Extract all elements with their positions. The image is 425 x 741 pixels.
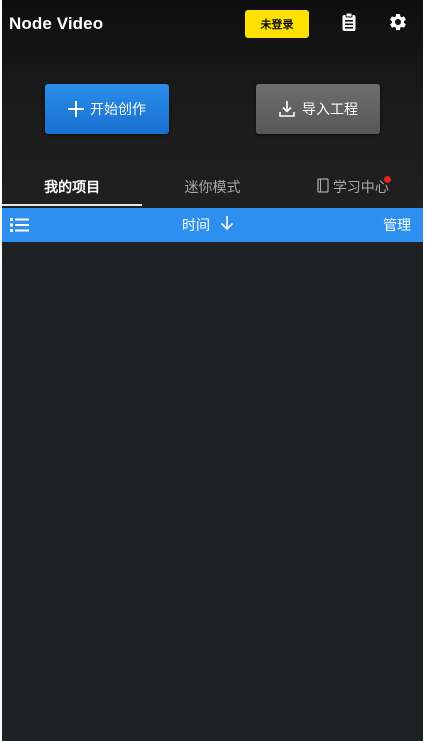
project-list-empty xyxy=(2,242,423,741)
tab-learning-center-label: 学习中心 xyxy=(332,180,389,196)
start-create-button[interactable]: 开始创作 xyxy=(45,84,169,134)
tab-mini-mode[interactable]: 迷你模式 xyxy=(142,168,282,206)
import-project-button[interactable]: 导入工程 xyxy=(256,84,380,134)
plus-icon xyxy=(68,101,84,117)
sort-toolbar: 时间 管理 xyxy=(2,208,423,242)
tab-my-projects-label: 我的项目 xyxy=(44,180,101,196)
sort-by-time-button[interactable]: 时间 xyxy=(182,208,234,242)
login-status-button[interactable]: 未登录 xyxy=(245,10,309,38)
clipboard-icon xyxy=(341,12,357,36)
view-mode-button[interactable] xyxy=(10,215,32,235)
list-icon xyxy=(10,218,30,239)
start-create-label: 开始创作 xyxy=(90,102,146,118)
settings-button[interactable] xyxy=(384,10,412,38)
tab-bar: 我的项目 迷你模式 学习中心 xyxy=(2,168,423,206)
sort-label: 时间 xyxy=(182,218,210,234)
clipboard-button[interactable] xyxy=(335,10,363,38)
app-title: Node Video xyxy=(9,14,104,33)
tab-my-projects[interactable]: 我的项目 xyxy=(2,168,143,206)
tab-learning-center[interactable]: 学习中心 xyxy=(283,168,423,206)
import-project-label: 导入工程 xyxy=(302,102,358,118)
app-window: Node Video 未登录 开始创作 导入工程 我的项目 迷你模式 学习中心 … xyxy=(2,0,423,741)
download-icon xyxy=(278,100,296,118)
book-icon xyxy=(317,177,329,197)
gear-icon xyxy=(388,12,408,36)
manage-button[interactable]: 管理 xyxy=(383,208,411,242)
notification-dot xyxy=(383,176,391,183)
tab-mini-mode-label: 迷你模式 xyxy=(184,180,241,196)
header-area: Node Video 未登录 开始创作 导入工程 我的项目 迷你模式 学习中心 xyxy=(2,0,423,208)
arrow-down-icon xyxy=(220,215,234,235)
